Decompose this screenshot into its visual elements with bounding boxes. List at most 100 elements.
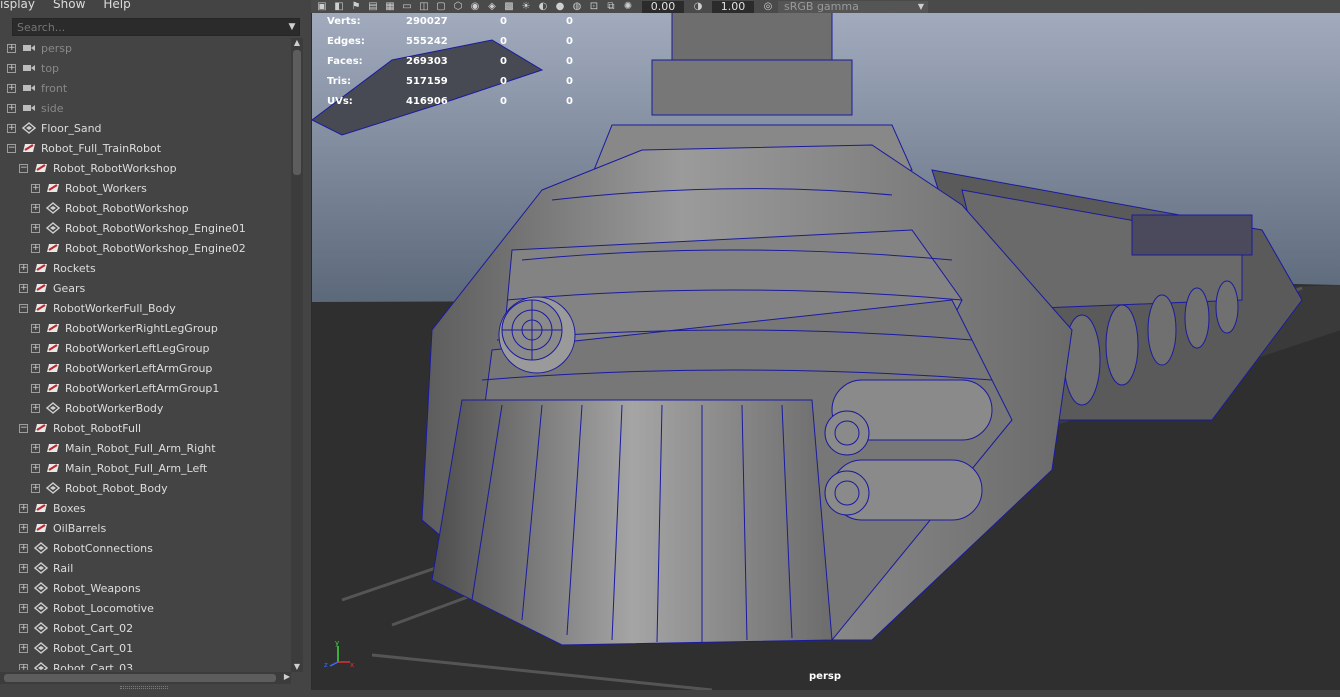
bookmark-icon[interactable]: ⚑ xyxy=(349,1,363,13)
outliner-item[interactable]: + Robot_RobotWorkshop_Engine02 xyxy=(0,238,290,258)
outliner-item[interactable]: − Robot_Full_TrainRobot xyxy=(0,138,290,158)
expand-icon[interactable]: + xyxy=(19,523,28,533)
lighting-icon[interactable]: ☀ xyxy=(519,1,533,13)
outliner-item[interactable]: − RobotWorkerFull_Body xyxy=(0,298,290,318)
outliner-item[interactable]: + RobotWorkerLeftArmGroup xyxy=(0,358,290,378)
ambient-occlusion-icon[interactable]: ● xyxy=(553,1,567,13)
wireframe-icon[interactable]: ⬡ xyxy=(451,1,465,13)
expand-icon[interactable]: + xyxy=(19,283,28,293)
textured-icon[interactable]: ▩ xyxy=(502,1,516,13)
outliner-item[interactable]: − Robot_RobotFull xyxy=(0,418,290,438)
outliner-item[interactable]: + RobotWorkerBody xyxy=(0,398,290,418)
expand-icon[interactable]: + xyxy=(19,543,28,553)
expand-icon[interactable]: + xyxy=(31,343,40,353)
camera-icon[interactable]: ▣ xyxy=(315,1,329,13)
antialias-icon[interactable]: ◍ xyxy=(570,1,584,13)
camera-attributes-icon[interactable]: ◧ xyxy=(332,1,346,13)
collapse-icon[interactable]: − xyxy=(7,143,16,153)
outliner-item[interactable]: + Rockets xyxy=(0,258,290,278)
resolution-gate-icon[interactable]: ◫ xyxy=(417,1,431,13)
expand-icon[interactable]: + xyxy=(19,663,28,670)
expand-icon[interactable]: + xyxy=(31,183,40,193)
outliner-item[interactable]: + RobotConnections xyxy=(0,538,290,558)
expand-icon[interactable]: + xyxy=(19,583,28,593)
outliner-item[interactable]: + Floor_Sand xyxy=(0,118,290,138)
smooth-shade-icon[interactable]: ◉ xyxy=(468,1,482,13)
outliner-item[interactable]: + Rail xyxy=(0,558,290,578)
color-management-icon[interactable]: ◎ xyxy=(761,1,775,13)
exposure-field[interactable]: 0.00 xyxy=(642,0,684,13)
menu-display[interactable]: isplay xyxy=(0,0,35,11)
outliner-item[interactable]: − Robot_RobotWorkshop xyxy=(0,158,290,178)
menu-help[interactable]: Help xyxy=(103,0,130,11)
outliner-item[interactable]: + front xyxy=(0,78,290,98)
outliner-item[interactable]: + RobotWorkerLeftLegGroup xyxy=(0,338,290,358)
outliner-item[interactable]: + Robot_Weapons xyxy=(0,578,290,598)
expand-icon[interactable]: + xyxy=(19,263,28,273)
shadows-icon[interactable]: ◐ xyxy=(536,1,550,13)
expand-icon[interactable]: + xyxy=(19,503,28,513)
gamma-field[interactable]: 1.00 xyxy=(712,0,754,13)
expand-icon[interactable]: + xyxy=(31,243,40,253)
expand-icon[interactable]: + xyxy=(31,383,40,393)
expand-icon[interactable]: + xyxy=(31,483,40,493)
outliner-item[interactable]: + Boxes xyxy=(0,498,290,518)
outliner-item[interactable]: + Main_Robot_Full_Arm_Right xyxy=(0,438,290,458)
expand-icon[interactable]: + xyxy=(7,63,16,73)
collapse-icon[interactable]: − xyxy=(19,423,28,433)
expand-icon[interactable]: + xyxy=(7,83,16,93)
xray-icon[interactable]: ⧉ xyxy=(604,1,618,13)
isolate-select-icon[interactable]: ⊡ xyxy=(587,1,601,13)
expand-icon[interactable]: + xyxy=(31,223,40,233)
outliner-item[interactable]: + Robot_Cart_01 xyxy=(0,638,290,658)
outliner-item[interactable]: + OilBarrels xyxy=(0,518,290,538)
expand-icon[interactable]: + xyxy=(31,203,40,213)
outliner-item[interactable]: + top xyxy=(0,58,290,78)
exposure-icon[interactable]: ✺ xyxy=(621,1,635,13)
menu-show[interactable]: Show xyxy=(53,0,85,11)
scrollbar-thumb[interactable] xyxy=(293,50,301,175)
expand-icon[interactable]: + xyxy=(31,403,40,413)
collapse-icon[interactable]: − xyxy=(19,163,28,173)
search-input[interactable] xyxy=(13,20,285,34)
outliner-item[interactable]: + Robot_RobotWorkshop xyxy=(0,198,290,218)
image-plane-icon[interactable]: ▤ xyxy=(366,1,380,13)
expand-icon[interactable]: + xyxy=(31,443,40,453)
gamma-icon[interactable]: ◑ xyxy=(691,1,705,13)
outliner-item[interactable]: + Robot_Cart_02 xyxy=(0,618,290,638)
film-gate-icon[interactable]: ▭ xyxy=(400,1,414,13)
expand-icon[interactable]: + xyxy=(19,603,28,613)
expand-icon[interactable]: + xyxy=(19,563,28,573)
collapse-icon[interactable]: − xyxy=(19,303,28,313)
gate-mask-icon[interactable]: ▢ xyxy=(434,1,448,13)
outliner-item[interactable]: + Robot_RobotWorkshop_Engine01 xyxy=(0,218,290,238)
expand-icon[interactable]: + xyxy=(7,103,16,113)
outliner-item[interactable]: + Robot_Workers xyxy=(0,178,290,198)
outliner-item[interactable]: + Main_Robot_Full_Arm_Left xyxy=(0,458,290,478)
wireframe-on-shaded-icon[interactable]: ◈ xyxy=(485,1,499,13)
expand-icon[interactable]: + xyxy=(31,323,40,333)
panel-resize-grip[interactable] xyxy=(120,686,168,689)
outliner-item[interactable]: + Robot_Locomotive xyxy=(0,598,290,618)
hud-value: 517159 xyxy=(406,76,448,87)
outliner-vertical-scrollbar[interactable]: ▲ ▼ xyxy=(291,38,303,672)
expand-icon[interactable]: + xyxy=(31,363,40,373)
scroll-up-icon[interactable]: ▲ xyxy=(292,38,302,48)
outliner-item[interactable]: + RobotWorkerLeftArmGroup1 xyxy=(0,378,290,398)
outliner-item[interactable]: + Gears xyxy=(0,278,290,298)
expand-icon[interactable]: + xyxy=(19,643,28,653)
expand-icon[interactable]: + xyxy=(7,43,16,53)
outliner-item[interactable]: + persp xyxy=(0,38,290,58)
outliner-item[interactable]: + RobotWorkerRightLegGroup xyxy=(0,318,290,338)
search-options-icon[interactable]: ▼ xyxy=(285,18,299,36)
colorspace-dropdown[interactable]: sRGB gamma ▼ xyxy=(778,0,928,13)
outliner-item[interactable]: + side xyxy=(0,98,290,118)
grid-icon[interactable]: ▦ xyxy=(383,1,397,13)
search-field[interactable]: ▼ xyxy=(12,18,300,36)
expand-icon[interactable]: + xyxy=(19,623,28,633)
expand-icon[interactable]: + xyxy=(7,123,16,133)
expand-icon[interactable]: + xyxy=(31,463,40,473)
outliner-item[interactable]: + Robot_Cart_03 xyxy=(0,658,290,670)
outliner-item[interactable]: + Robot_Robot_Body xyxy=(0,478,290,498)
outliner-item-label: Robot_Locomotive xyxy=(53,601,154,615)
